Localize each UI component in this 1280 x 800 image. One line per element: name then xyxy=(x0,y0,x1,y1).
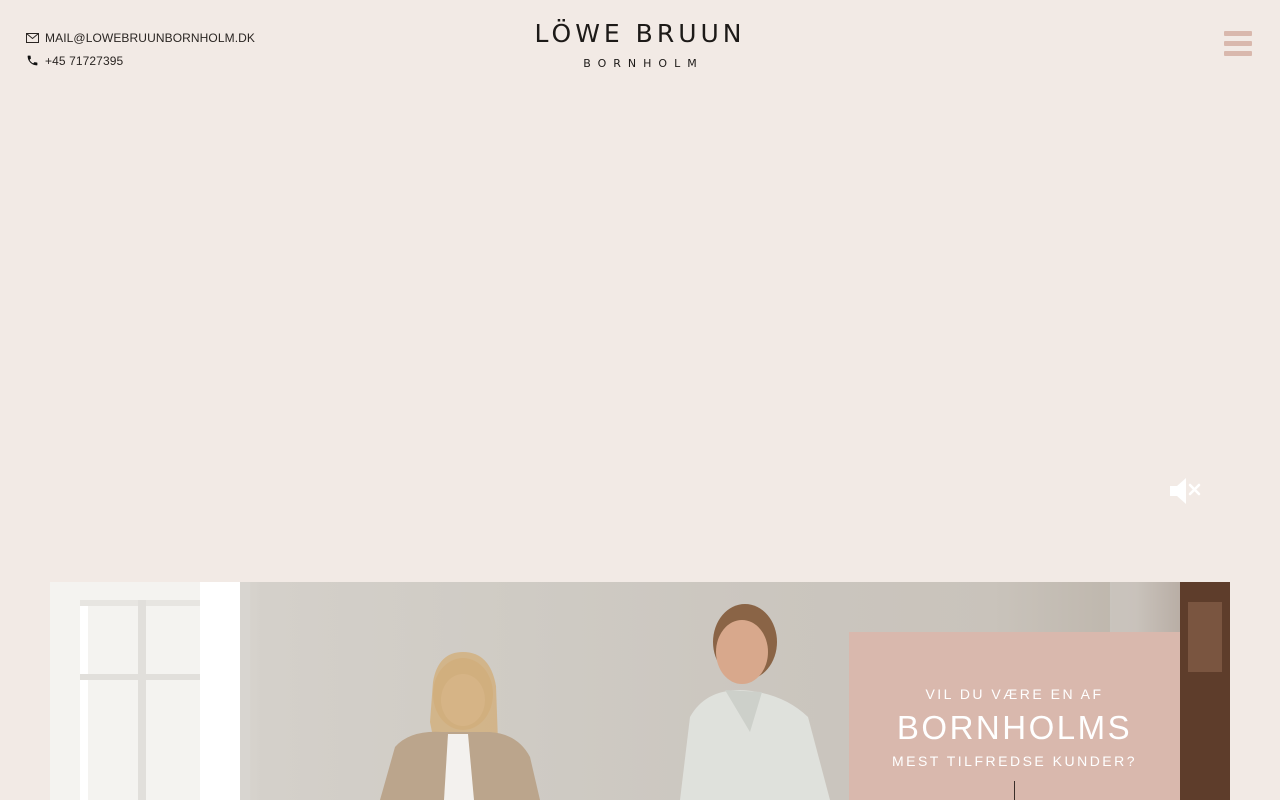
contact-info: MAIL@LOWEBRUUNBORNHOLM.DK +45 71727395 xyxy=(25,26,255,72)
cta-line-3: MEST TILFREDSE KUNDER? xyxy=(891,753,1138,769)
site-logo[interactable]: LÖWE BRUUN BORNHOLM xyxy=(500,18,780,70)
logo-wordmark: LÖWE BRUUN xyxy=(534,19,746,48)
cta-line-1: VIL DU VÆRE EN AF xyxy=(925,686,1104,702)
logo-subtitle: BORNHOLM xyxy=(583,57,704,70)
phone-text: +45 71727395 xyxy=(45,53,124,68)
page: MAIL@LOWEBRUUNBORNHOLM.DK +45 71727395 L… xyxy=(0,0,1280,800)
cta-headline: BORNHOLMS xyxy=(896,709,1133,746)
email-text: MAIL@LOWEBRUUNBORNHOLM.DK xyxy=(45,30,256,45)
speaker-muted-icon xyxy=(1170,478,1201,504)
phone-icon xyxy=(25,54,39,68)
menu-button[interactable] xyxy=(1224,31,1254,59)
hero-video xyxy=(0,100,1280,560)
phone-link[interactable]: +45 71727395 xyxy=(25,49,255,72)
hamburger-icon xyxy=(1224,31,1254,56)
cta-box[interactable]: VIL DU VÆRE EN AF BORNHOLMS MEST TILFRED… xyxy=(849,632,1180,800)
email-link[interactable]: MAIL@LOWEBRUUNBORNHOLM.DK xyxy=(25,26,255,49)
mute-toggle-button[interactable] xyxy=(1168,476,1204,506)
envelope-icon xyxy=(25,31,39,45)
divider-line xyxy=(1014,781,1015,800)
